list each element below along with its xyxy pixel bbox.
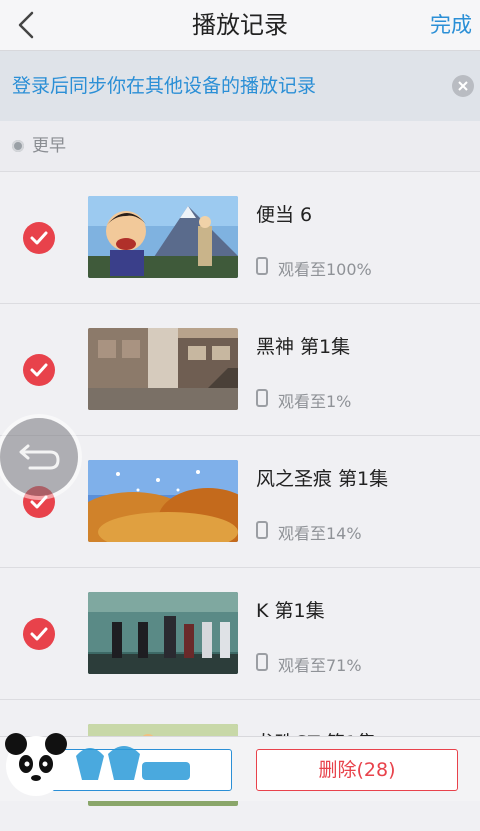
list-item[interactable]: 便当 6 观看至100% (0, 171, 480, 303)
thumbnail-image (88, 328, 238, 410)
item-progress: 观看至100% (278, 260, 372, 279)
item-progress: 观看至1% (278, 392, 352, 411)
done-button[interactable]: 完成 (430, 0, 472, 50)
item-progress: 观看至14% (278, 524, 362, 543)
section-header: 更早 (0, 122, 480, 170)
top-nav-bar: 播放记录 完成 (0, 0, 480, 51)
check-toggle[interactable] (23, 222, 55, 254)
item-title: K 第1集 (256, 600, 325, 622)
banner-close-button[interactable] (452, 75, 474, 97)
phone-device-icon (256, 521, 268, 539)
check-icon (30, 231, 48, 245)
item-title: 风之圣痕 第1集 (256, 468, 389, 490)
login-sync-banner: 登录后同步你在其他设备的播放记录 (0, 51, 480, 121)
section-label: 更早 (32, 136, 66, 156)
item-title: 黑神 第1集 (256, 336, 351, 358)
check-icon (30, 627, 48, 641)
phone-device-icon (256, 653, 268, 671)
back-button[interactable] (6, 5, 46, 45)
item-title: 便当 6 (256, 204, 313, 226)
phone-device-icon (256, 389, 268, 407)
video-thumbnail[interactable] (88, 196, 238, 278)
banner-text[interactable]: 登录后同步你在其他设备的播放记录 (12, 51, 316, 121)
thumbnail-image (88, 592, 238, 674)
close-icon (458, 81, 468, 91)
video-thumbnail[interactable] (88, 460, 238, 542)
check-icon (30, 363, 48, 377)
watermark-logo (0, 728, 200, 800)
thumbnail-image (88, 196, 238, 278)
check-toggle[interactable] (23, 618, 55, 650)
item-progress: 观看至71% (278, 656, 362, 675)
video-thumbnail[interactable] (88, 592, 238, 674)
back-arrow-icon (18, 11, 34, 39)
page-title: 播放记录 (192, 11, 288, 39)
list-item[interactable]: 黑神 第1集 观看至1% (0, 303, 480, 435)
thumbnail-image (88, 460, 238, 542)
floating-back-button[interactable] (0, 418, 78, 496)
video-thumbnail[interactable] (88, 328, 238, 410)
check-toggle[interactable] (23, 354, 55, 386)
section-dot-icon (12, 140, 24, 152)
phone-device-icon (256, 257, 268, 275)
panda-logo-icon (5, 733, 190, 796)
float-back-icon (19, 444, 60, 470)
list-item[interactable]: K 第1集 观看至71% (0, 567, 480, 699)
delete-button[interactable]: 删除(28) (256, 749, 458, 791)
